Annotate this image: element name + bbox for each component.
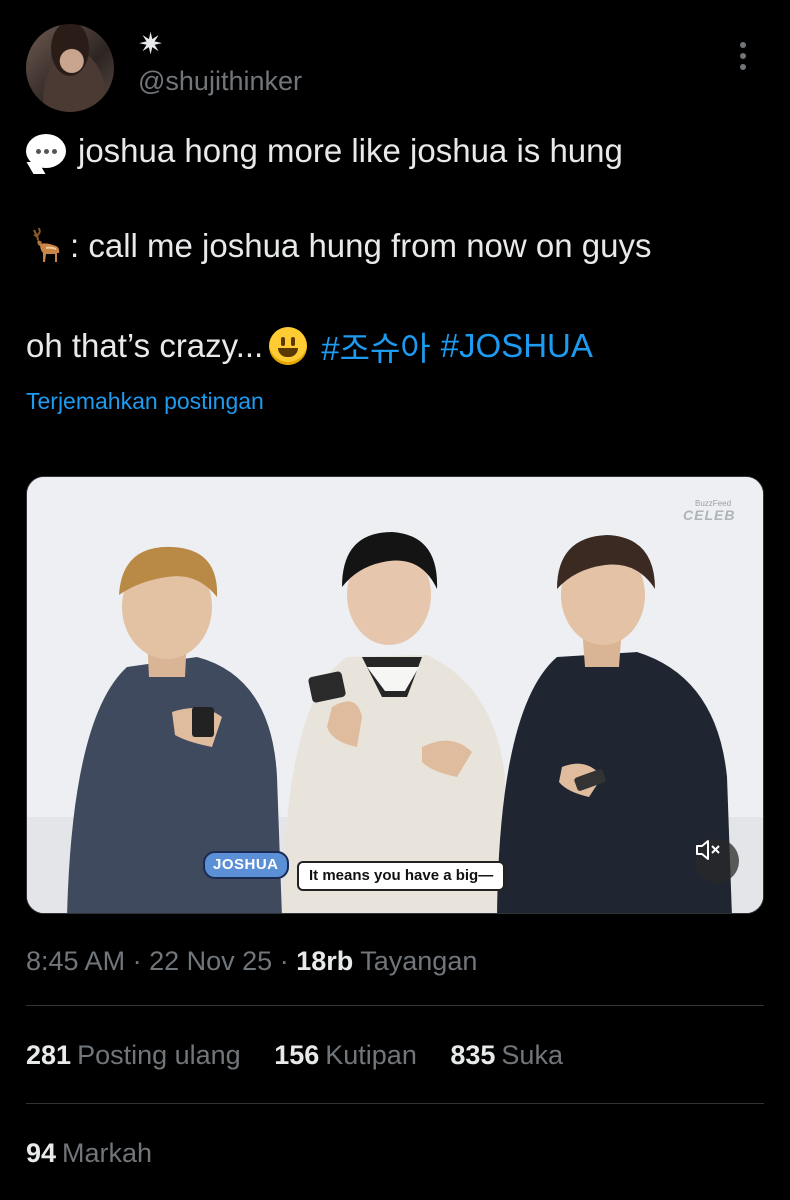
- translate-post-link[interactable]: Terjemahkan postingan: [26, 388, 264, 415]
- speech-balloon-icon: [26, 134, 66, 168]
- caption-text: It means you have a big—: [297, 861, 506, 891]
- engagement-stats: 281 Posting ulang 156 Kutipan 835 Suka: [26, 1040, 589, 1071]
- video-frame: [27, 477, 763, 913]
- post-text-line-2: : call me joshua hung from now on guys: [26, 226, 651, 266]
- likes-stat[interactable]: 835 Suka: [450, 1040, 563, 1070]
- reposts-label: Posting ulang: [77, 1040, 241, 1070]
- post-text-line-3: oh that’s crazy... #조슈아 #JOSHUA: [26, 322, 593, 370]
- more-vertical-icon[interactable]: [736, 42, 750, 78]
- avatar[interactable]: [26, 24, 114, 112]
- quotes-stat[interactable]: 156 Kutipan: [274, 1040, 417, 1070]
- bookmarks-stat[interactable]: 94 Markah: [26, 1138, 152, 1169]
- smiling-face-icon: [269, 327, 308, 365]
- bookmarks-count: 94: [26, 1138, 57, 1168]
- post-metadata: 8:45 AM · 22 Nov 25 · 18rb Tayangan: [26, 946, 477, 977]
- quotes-label: Kutipan: [325, 1040, 417, 1070]
- bookmarks-label: Markah: [62, 1138, 153, 1168]
- display-name[interactable]: ✷: [138, 30, 163, 60]
- speaker-muted-icon: [696, 840, 720, 860]
- hashtag-link[interactable]: #조슈아: [321, 322, 430, 370]
- celeb-watermark: CELEB: [683, 507, 736, 523]
- divider: [26, 1005, 764, 1006]
- caption-speaker-tag: JOSHUA: [203, 851, 289, 879]
- reposts-stat[interactable]: 281 Posting ulang: [26, 1040, 241, 1070]
- post-header: ✷ @shujithinker: [0, 0, 790, 120]
- separator-dot: ·: [279, 946, 297, 976]
- post-date[interactable]: 22 Nov 25: [149, 946, 272, 976]
- post-time[interactable]: 8:45 AM: [26, 946, 125, 976]
- likes-label: Suka: [501, 1040, 563, 1070]
- likes-count: 835: [450, 1040, 496, 1070]
- post-text: joshua hong more like joshua is hung: [78, 132, 623, 169]
- deer-icon: [33, 227, 60, 262]
- user-handle[interactable]: @shujithinker: [138, 66, 302, 97]
- post-text: oh that’s crazy...: [26, 327, 264, 364]
- views-count: 18rb: [296, 946, 354, 976]
- quotes-count: 156: [274, 1040, 320, 1070]
- post-text: : call me joshua hung from now on guys: [70, 227, 652, 264]
- video-player[interactable]: BuzzFeed CELEB JOSHUA It means you have …: [26, 476, 764, 914]
- post-text-line-1: joshua hong more like joshua is hung: [26, 132, 623, 170]
- divider: [26, 1103, 764, 1104]
- separator-dot: ·: [132, 946, 150, 976]
- reposts-count: 281: [26, 1040, 72, 1070]
- hashtag-link[interactable]: #JOSHUA: [441, 327, 593, 365]
- views-label: Tayangan: [360, 946, 478, 976]
- mute-button[interactable]: [695, 839, 739, 883]
